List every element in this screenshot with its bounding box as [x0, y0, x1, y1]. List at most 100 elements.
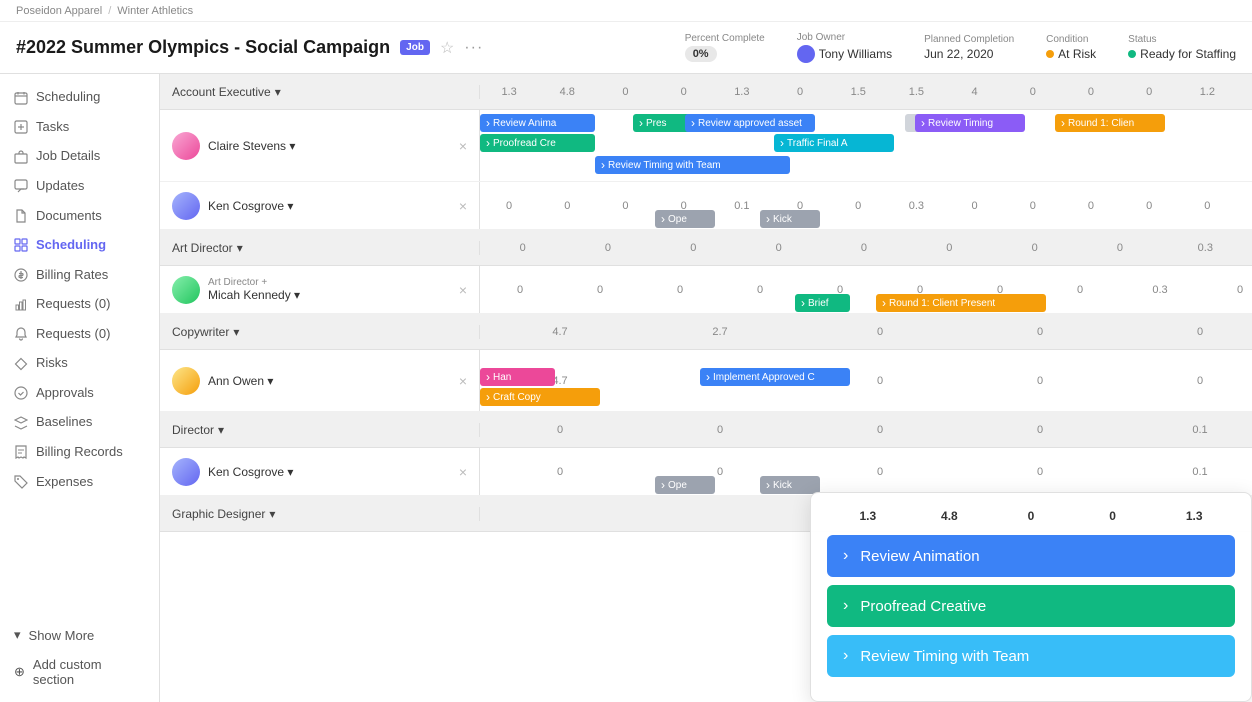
bar-review-timing-team[interactable]: Review Timing with Team	[595, 156, 790, 174]
tasks-icon	[14, 119, 28, 135]
dollar-icon	[14, 266, 28, 282]
owner-name: Tony Williams	[819, 47, 892, 61]
sidebar-label-requests: Requests (0)	[36, 326, 110, 341]
planned-completion: Planned Completion Jun 22, 2020	[924, 34, 1014, 61]
sidebar-label-business-case: Requests (0)	[36, 296, 110, 311]
sidebar-item-requests[interactable]: Requests (0)	[0, 319, 159, 349]
art-director-dropdown-icon[interactable]: ▾	[237, 241, 243, 255]
show-more-label: Show More	[29, 628, 95, 643]
sidebar-label-scheduling: Scheduling	[36, 237, 106, 252]
sidebar-item-tasks[interactable]: Tasks	[0, 112, 159, 142]
percent-label: Percent Complete	[685, 33, 765, 44]
planned-value: Jun 22, 2020	[924, 47, 993, 61]
planned-label: Planned Completion	[924, 34, 1014, 45]
director-dropdown-icon[interactable]: ▾	[218, 423, 224, 437]
sidebar-item-job-details[interactable]: Job Details	[0, 141, 159, 171]
calendar-icon	[14, 89, 28, 105]
bar-brief-micah[interactable]: Brief	[795, 294, 850, 312]
bar-craft-copy[interactable]: Craft Copy	[480, 388, 600, 406]
condition-label: Condition	[1046, 34, 1088, 45]
sidebar-label-updates: Updates	[36, 178, 84, 193]
sidebar-item-billing-records[interactable]: Billing Records	[0, 437, 159, 467]
avatar-ken2	[172, 458, 200, 486]
chart-icon	[14, 296, 28, 312]
add-custom-button[interactable]: ⊕ Add custom section	[0, 650, 159, 694]
tooltip-num-2: 4.8	[909, 509, 991, 523]
bar-ope-ken2[interactable]: Ope	[655, 476, 715, 494]
diamond-icon	[14, 355, 28, 371]
plus-icon: ⊕	[14, 664, 25, 680]
sidebar-item-scheduling-top[interactable]: Scheduling	[0, 82, 159, 112]
gantt-container[interactable]: Account Executive ▾ 1.3 4.8 0 0 1.3 0 1.…	[160, 74, 1252, 702]
sidebar-item-business-case[interactable]: Requests (0)	[0, 289, 159, 319]
grid-icon	[14, 237, 28, 253]
bar-review-animation[interactable]: Review Anima	[480, 114, 595, 132]
remove-micah-button[interactable]: ×	[459, 282, 467, 298]
bar-pres[interactable]: Pres	[633, 114, 693, 132]
tooltip-num-1: 1.3	[827, 509, 909, 523]
avatar-ken1	[172, 192, 200, 220]
person-info-micah: Art Director + Micah Kennedy ▾ ×	[160, 266, 480, 313]
tooltip-overlay: 1.3 4.8 0 0 1.3	[810, 492, 1252, 702]
bar-han-ann[interactable]: Han	[480, 368, 555, 386]
bar-implement-ann[interactable]: Implement Approved C	[700, 368, 850, 386]
person-name-ken2: Ken Cosgrove ▾	[208, 465, 293, 479]
sidebar-item-updates[interactable]: Updates	[0, 171, 159, 201]
sidebar-item-billing-rates[interactable]: Billing Rates	[0, 259, 159, 289]
bell-icon	[14, 326, 28, 342]
tooltip-action-review-animation[interactable]: › Review Animation	[827, 535, 1235, 577]
bar-review-timing[interactable]: Review Timing	[915, 114, 1025, 132]
remove-ken2-button[interactable]: ×	[459, 464, 467, 480]
breadcrumb-sep: /	[108, 5, 111, 17]
person-row-ken-cosgrove-1: Ken Cosgrove ▾ × 00 00 0.10 00.3 00 00	[160, 182, 1252, 230]
role-label-account-executive: Account Executive	[172, 85, 271, 99]
action-chevron-1: ›	[843, 547, 848, 565]
tooltip-num-4: 0	[1072, 509, 1154, 523]
bar-round1-micah[interactable]: Round 1: Client Present	[876, 294, 1046, 312]
bar-round1-client[interactable]: Round 1: Clien	[1055, 114, 1165, 132]
avatar-claire	[172, 132, 200, 160]
person-row-ann-owen: Ann Owen ▾ × 4.72.7 00 00.1 0.70.7 Han	[160, 350, 1252, 412]
star-icon[interactable]: ☆	[440, 38, 454, 58]
page-title: #2022 Summer Olympics - Social Campaign	[16, 37, 390, 58]
sidebar-item-baselines[interactable]: Baselines	[0, 407, 159, 437]
bar-ope-ken1[interactable]: Ope	[655, 210, 715, 228]
remove-claire-button[interactable]: ×	[459, 138, 467, 154]
bar-kick-ken2[interactable]: Kick	[760, 476, 820, 494]
role-header-copywriter: Copywriter ▾ 4.7 2.7 0 0 0 0.1 0.7 0.7	[160, 314, 1252, 350]
remove-ken1-button[interactable]: ×	[459, 198, 467, 214]
sidebar-item-approvals[interactable]: Approvals	[0, 378, 159, 408]
sidebar-label-scheduling-top: Scheduling	[36, 89, 100, 104]
condition-dot	[1046, 50, 1054, 58]
page-header: #2022 Summer Olympics - Social Campaign …	[0, 22, 1252, 74]
person-name-claire: Claire Stevens ▾	[208, 139, 295, 153]
role-label-director: Director	[172, 423, 214, 437]
avatar-micah	[172, 276, 200, 304]
tooltip-numbers: 1.3 4.8 0 0 1.3	[827, 509, 1235, 523]
breadcrumb-company[interactable]: Poseidon Apparel	[16, 5, 102, 17]
bar-proofread[interactable]: Proofread Cre	[480, 134, 595, 152]
tooltip-action-review-timing[interactable]: › Review Timing with Team	[827, 635, 1235, 677]
action-chevron-3: ›	[843, 647, 848, 665]
status-label: Status	[1128, 34, 1156, 45]
sidebar-item-risks[interactable]: Risks	[0, 348, 159, 378]
copywriter-dropdown-icon[interactable]: ▾	[233, 325, 239, 339]
bar-traffic[interactable]: Traffic Final A	[774, 134, 894, 152]
bar-kick-ken1[interactable]: Kick	[760, 210, 820, 228]
sidebar-label-approvals: Approvals	[36, 385, 94, 400]
sidebar-item-scheduling[interactable]: Scheduling	[0, 230, 159, 260]
sidebar-item-documents[interactable]: Documents	[0, 200, 159, 230]
bar-review-approved[interactable]: Review approved asset	[685, 114, 815, 132]
show-more-button[interactable]: ▾ Show More	[0, 620, 159, 650]
sidebar-label-expenses: Expenses	[36, 474, 93, 489]
remove-ann-button[interactable]: ×	[459, 373, 467, 389]
timeline-micah: 00 00 00 00 0.30 00 04 00 Brief Round 1:…	[480, 266, 1252, 313]
more-options-icon[interactable]: ···	[464, 39, 483, 57]
sidebar-item-expenses[interactable]: Expenses	[0, 466, 159, 496]
tooltip-action-proofread[interactable]: › Proofread Creative	[827, 585, 1235, 627]
graphic-designer-dropdown-icon[interactable]: ▾	[269, 507, 275, 521]
add-custom-label: Add custom section	[33, 657, 145, 687]
action-label-review-animation: Review Animation	[860, 548, 979, 565]
breadcrumb-project[interactable]: Winter Athletics	[117, 5, 193, 17]
role-dropdown-icon[interactable]: ▾	[275, 85, 281, 99]
